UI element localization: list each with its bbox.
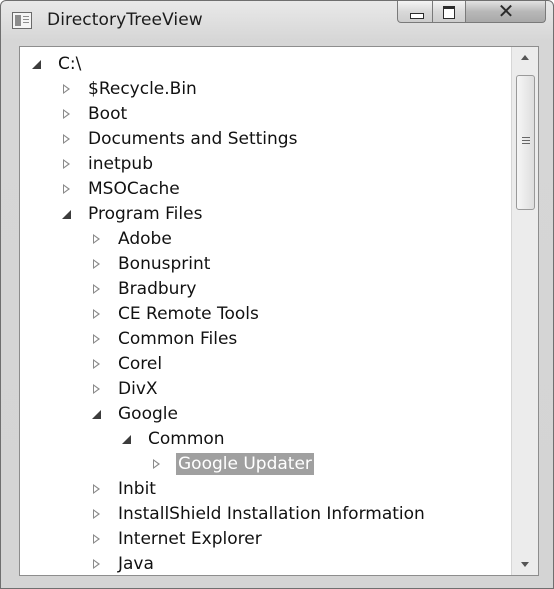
scroll-up-icon[interactable] — [512, 47, 538, 69]
close-icon: ✕ — [497, 0, 515, 23]
directory-tree: C:\ $Recycle.Bin Boot Documents and Setting… — [20, 47, 510, 575]
maximize-button[interactable] — [433, 1, 466, 23]
collapsed-arrow-icon[interactable] — [90, 307, 104, 321]
tree-node[interactable]: Bonusprint — [90, 251, 212, 276]
tree-node-label[interactable]: CE Remote Tools — [116, 303, 261, 325]
collapsed-arrow-icon[interactable] — [90, 282, 104, 296]
collapsed-arrow-icon[interactable] — [90, 257, 104, 271]
tree-node-label[interactable]: InstallShield Installation Information — [116, 503, 427, 525]
tree-node[interactable]: DivX — [90, 376, 160, 401]
expanded-arrow-icon[interactable] — [120, 432, 134, 446]
collapsed-arrow-icon[interactable] — [90, 507, 104, 521]
collapsed-arrow-icon[interactable] — [60, 157, 74, 171]
tree-node-label[interactable]: Bonusprint — [116, 253, 212, 275]
tree-node-label[interactable]: Java — [116, 553, 156, 575]
tree-node[interactable]: Documents and Settings — [60, 126, 299, 151]
scroll-down-icon[interactable] — [512, 553, 538, 575]
tree-node[interactable]: Internet Explorer — [90, 526, 264, 551]
tree-node[interactable]: Google Updater — [150, 451, 314, 476]
collapsed-arrow-icon[interactable] — [60, 132, 74, 146]
tree-node[interactable]: Common — [120, 426, 227, 451]
window-app-icon[interactable] — [12, 12, 32, 29]
collapsed-arrow-icon[interactable] — [60, 82, 74, 96]
minimize-icon — [410, 13, 424, 19]
tree-node[interactable]: Adobe — [90, 226, 174, 251]
tree-node[interactable]: $Recycle.Bin — [60, 76, 199, 101]
grip-icon — [522, 137, 530, 138]
collapsed-arrow-icon[interactable] — [60, 107, 74, 121]
tree-node[interactable]: Inbit — [90, 476, 158, 501]
collapsed-arrow-icon[interactable] — [90, 357, 104, 371]
tree-node[interactable]: CE Remote Tools — [90, 301, 261, 326]
tree-view-panel: C:\ $Recycle.Bin Boot Documents and Setting… — [19, 46, 539, 576]
tree-node-label[interactable]: inetpub — [86, 153, 155, 175]
collapsed-arrow-icon[interactable] — [90, 232, 104, 246]
tree-node-label[interactable]: C:\ — [56, 53, 83, 75]
tree-node-label[interactable]: Common Files — [116, 328, 239, 350]
expanded-arrow-icon[interactable] — [60, 207, 74, 221]
tree-node-label[interactable]: Common — [146, 428, 227, 450]
vertical-scrollbar[interactable] — [511, 47, 538, 575]
tree-node-label[interactable]: Google — [116, 403, 180, 425]
caption-buttons: ✕ — [397, 1, 546, 24]
tree-node-label[interactable]: Documents and Settings — [86, 128, 299, 150]
tree-node[interactable]: MSOCache — [60, 176, 182, 201]
tree-node-label[interactable]: $Recycle.Bin — [86, 78, 199, 100]
tree-node-label[interactable]: Boot — [86, 103, 129, 125]
close-button[interactable]: ✕ — [466, 1, 546, 23]
maximize-icon — [443, 6, 455, 19]
scroll-thumb[interactable] — [516, 75, 535, 210]
tree-node[interactable]: Program Files — [60, 201, 204, 226]
collapsed-arrow-icon[interactable] — [90, 332, 104, 346]
expanded-arrow-icon[interactable] — [90, 407, 104, 421]
expanded-arrow-icon[interactable] — [30, 57, 44, 71]
tree-node[interactable]: Common Files — [90, 326, 239, 351]
collapsed-arrow-icon[interactable] — [90, 482, 104, 496]
title-bar[interactable]: DirectoryTreeView ✕ — [1, 1, 553, 41]
tree-node-label[interactable]: Corel — [116, 353, 164, 375]
tree-node-label[interactable]: MSOCache — [86, 178, 182, 200]
tree-node-label[interactable]: Program Files — [86, 203, 204, 225]
tree-node-label-selected[interactable]: Google Updater — [176, 452, 314, 475]
collapsed-arrow-icon[interactable] — [90, 557, 104, 571]
tree-node-label[interactable]: Bradbury — [116, 278, 198, 300]
tree-node-label[interactable]: Internet Explorer — [116, 528, 264, 550]
collapsed-arrow-icon[interactable] — [60, 182, 74, 196]
tree-node[interactable]: inetpub — [60, 151, 155, 176]
tree-node[interactable]: Corel — [90, 351, 164, 376]
tree-node[interactable]: Bradbury — [90, 276, 198, 301]
tree-node[interactable]: InstallShield Installation Information — [90, 501, 427, 526]
directory-tree-window: DirectoryTreeView ✕ C:\ $Recycle.Bin Boot D… — [0, 0, 554, 589]
tree-node[interactable]: Boot — [60, 101, 129, 126]
tree-node-label[interactable]: Adobe — [116, 228, 174, 250]
window-title: DirectoryTreeView — [47, 10, 203, 30]
tree-node-label[interactable]: Inbit — [116, 478, 158, 500]
collapsed-arrow-icon[interactable] — [90, 382, 104, 396]
collapsed-arrow-icon[interactable] — [150, 457, 164, 471]
tree-node[interactable]: C:\ — [30, 51, 83, 76]
tree-node-label[interactable]: DivX — [116, 378, 160, 400]
collapsed-arrow-icon[interactable] — [90, 532, 104, 546]
minimize-button[interactable] — [397, 1, 433, 23]
tree-node[interactable]: Google — [90, 401, 180, 426]
tree-node[interactable]: Java — [90, 551, 156, 575]
